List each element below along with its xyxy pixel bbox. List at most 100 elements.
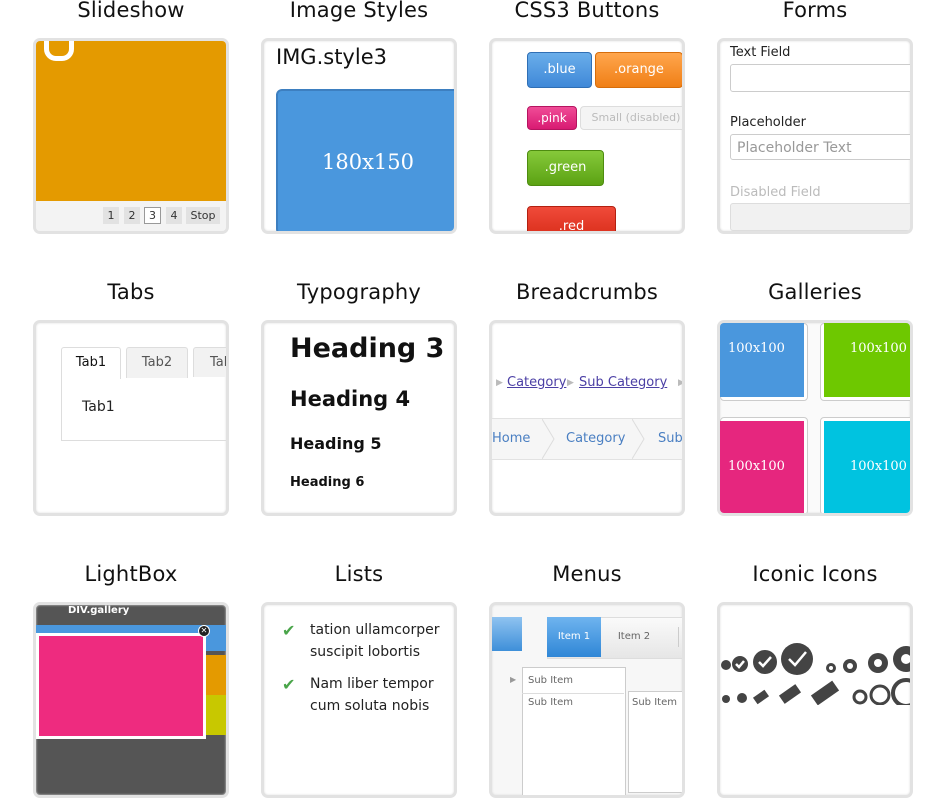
check-icon: ✔ [282, 675, 296, 694]
slideshow-page-2[interactable]: 2 [124, 207, 140, 224]
gallery-item-1[interactable]: 100x100 [720, 323, 804, 397]
check-icon [781, 643, 813, 675]
slideshow-card[interactable]: 1 2 3 4 Stop [33, 38, 229, 234]
breadcrumb-arrow [542, 419, 555, 459]
slideshow-stop-button[interactable]: Stop [186, 207, 220, 224]
green-button[interactable]: .green [527, 150, 604, 186]
breadcrumb-link-category[interactable]: Category [507, 375, 566, 390]
tab-2[interactable]: Tab2 [126, 347, 188, 378]
tabs-card: Tab1 Tab2 Tab3 Tab1 [33, 320, 229, 516]
gear-icon [826, 663, 836, 673]
breadcrumb-link-sub-category[interactable]: Sub Category [579, 375, 667, 390]
menu-side-bar [492, 617, 522, 651]
menu-item-1[interactable]: Item 1 [547, 617, 601, 657]
gallery-item-label: 100x100 [728, 341, 785, 356]
placeholder-input[interactable]: Placeholder Text [730, 134, 910, 160]
pin-icon [722, 695, 730, 703]
lightbox-caption: DIV.gallery [68, 605, 130, 616]
image-styles-title: Image Styles [289, 0, 429, 22]
css3-buttons-card: .blue .orange .pink Small (disabled) .gr… [489, 38, 685, 234]
lightbox-image [36, 633, 206, 739]
pink-button[interactable]: .pink [527, 106, 577, 130]
menu-separator [678, 627, 679, 647]
key-icon [752, 689, 770, 705]
gallery-item-4[interactable]: 100x100 [824, 421, 910, 513]
sub-item[interactable]: Sub Item [528, 675, 573, 686]
sub-item[interactable]: Sub Item [528, 697, 573, 708]
gallery-item-label: 100x100 [850, 459, 907, 474]
breadcrumb-separator: ▶ [496, 378, 503, 388]
lists-card: ✔ tation ullamcorper suscipit lobortis ✔… [261, 602, 457, 798]
close-icon[interactable]: ✕ [198, 625, 210, 637]
css3-buttons-title: CSS3 Buttons [514, 0, 660, 22]
red-button[interactable]: .red [527, 206, 616, 231]
iconic-icons-title: Iconic Icons [752, 562, 878, 586]
blue-button[interactable]: .blue [527, 52, 592, 88]
target-icon [891, 678, 910, 705]
image-placeholder: 180x150 [276, 89, 454, 231]
forms-card: Text Field Placeholder Placeholder Text … [717, 38, 913, 234]
heading-6: Heading 6 [290, 475, 365, 490]
image-style-label: IMG.style3 [276, 45, 387, 69]
slideshow-title: Slideshow [77, 0, 185, 22]
submenu [522, 667, 626, 795]
slideshow-page-3[interactable]: 3 [144, 207, 161, 224]
tab-3[interactable]: Tab3 [193, 347, 226, 377]
galleries-card: 100x100 100x100 100x100 100x100 [717, 320, 913, 516]
text-field-input[interactable] [730, 64, 910, 92]
forms-title: Forms [782, 0, 848, 22]
menus-card: Item 1 Item 2 ▶ Sub Item Sub Item Sub It… [489, 602, 685, 798]
chevron-right-icon: ▶ [510, 675, 517, 684]
galleries-title: Galleries [768, 280, 862, 304]
typography-card: Heading 3 Heading 4 Heading 5 Heading 6 [261, 320, 457, 516]
target-icon [869, 684, 891, 705]
gear-icon [893, 646, 910, 672]
text-field-label: Text Field [730, 45, 791, 60]
icon-grid [721, 643, 910, 705]
menu-item-2[interactable]: Item 2 [607, 617, 661, 657]
target-icon [852, 689, 868, 705]
tab-1[interactable]: Tab1 [61, 347, 121, 379]
lightbox-card[interactable]: DIV.gallery ✕ [33, 602, 229, 798]
submenu-divider [522, 693, 624, 694]
menus-title: Menus [552, 562, 622, 586]
breadcrumb-bar: Home Category Sub [492, 418, 682, 460]
gallery-item-label: 100x100 [728, 459, 785, 474]
gear-icon [868, 653, 888, 673]
tabs-title: Tabs [107, 280, 155, 304]
key-icon [810, 680, 840, 705]
check-icon: ✔ [282, 621, 296, 640]
list-item: Nam liber tempor cum soluta nobis [310, 676, 434, 714]
image-styles-card[interactable]: IMG.style3 180x150 [261, 38, 457, 234]
heading-4: Heading 4 [290, 387, 411, 411]
list-item: tation ullamcorper suscipit lobortis [310, 622, 440, 660]
typography-title: Typography [296, 280, 422, 304]
orange-button[interactable]: .orange [595, 52, 682, 88]
breadcrumb-separator: ▶ [678, 378, 685, 388]
breadcrumbs-card: ▶ Category ▶ Sub Category ▶ Home Categor… [489, 320, 685, 516]
check-icon [721, 660, 731, 670]
sub-item[interactable]: Sub Item [632, 697, 677, 708]
breadcrumb-separator: ▶ [567, 378, 574, 388]
gallery-item-2[interactable]: 100x100 [824, 323, 910, 397]
placeholder-label: Placeholder [730, 115, 806, 130]
slideshow-page-1[interactable]: 1 [103, 207, 119, 224]
disabled-field-label: Disabled Field [730, 185, 821, 200]
tab-content: Tab1 [82, 399, 115, 415]
gallery-item-3[interactable]: 100x100 [720, 421, 804, 513]
slideshow-overlay-glyph [44, 41, 74, 61]
lightbox-title: LightBox [84, 562, 178, 586]
heading-3: Heading 3 [290, 333, 445, 364]
breadcrumb-sub[interactable]: Sub [658, 431, 682, 446]
lists-title: Lists [334, 562, 384, 586]
gear-icon [843, 659, 857, 673]
slideshow-image [36, 41, 226, 201]
breadcrumb-category[interactable]: Category [566, 431, 625, 446]
gallery-item-label: 100x100 [850, 341, 907, 356]
iconic-icons-card [717, 602, 913, 798]
small-disabled-button: Small (disabled) [580, 106, 682, 130]
slideshow-page-4[interactable]: 4 [166, 207, 182, 224]
key-icon [778, 684, 802, 704]
heading-5: Heading 5 [290, 434, 382, 453]
breadcrumb-home[interactable]: Home [492, 431, 530, 446]
